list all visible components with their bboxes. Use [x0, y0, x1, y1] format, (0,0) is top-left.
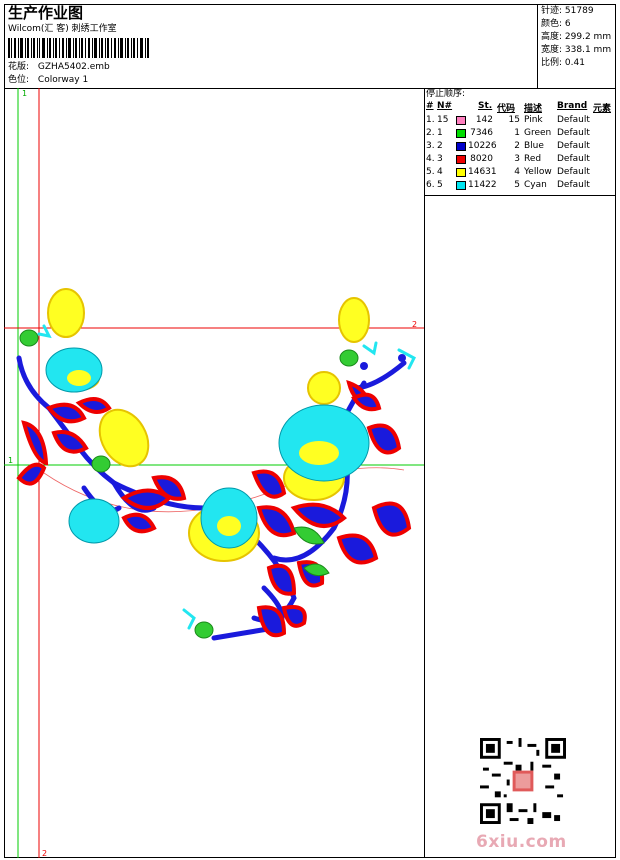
row-desc: Yellow: [524, 167, 552, 177]
row-brand: Default: [557, 167, 590, 177]
row-brand: Default: [557, 115, 590, 125]
row-brand: Default: [557, 128, 590, 138]
embroidery-preview: 1 1 2 2: [4, 88, 425, 858]
row-needle-no: 5: [437, 180, 443, 190]
stat-height: 高度: 299.2 mm: [541, 32, 612, 42]
color-swatch: [456, 142, 466, 151]
page-title: 生产作业图: [8, 4, 84, 22]
row-desc: Blue: [524, 141, 544, 151]
design-file: GZHA5402.emb: [37, 62, 110, 72]
colorway-row: 色位: Colorway 1: [8, 75, 88, 86]
row-index: 6.: [426, 180, 435, 190]
row-needle-no: 15: [437, 115, 449, 125]
row-stitches: 14631: [468, 167, 497, 177]
colorway-label: 色位:: [8, 75, 30, 85]
panel-divider: [424, 195, 616, 196]
row-needle-no: 4: [437, 167, 443, 177]
col-element: 元素: [593, 104, 612, 114]
row-code: 4: [514, 167, 520, 177]
guide-label-h-green: 1: [8, 456, 13, 465]
col-brand: Brand: [557, 101, 588, 111]
row-needle-no: 3: [437, 154, 443, 164]
guide-label-v-red: 2: [42, 849, 47, 858]
row-code: 15: [508, 115, 520, 125]
row-index: 5.: [426, 167, 435, 177]
row-code: 2: [514, 141, 520, 151]
row-index: 1.: [426, 115, 435, 125]
row-brand: Default: [557, 180, 590, 190]
row-desc: Pink: [524, 115, 543, 125]
row-desc: Red: [524, 154, 542, 164]
row-index: 3.: [426, 141, 435, 151]
row-desc: Green: [524, 128, 552, 138]
barcode: [8, 38, 149, 58]
color-swatch: [456, 155, 466, 164]
stat-scale: 比例: 0.41: [541, 58, 585, 68]
stat-colors: 颜色: 6: [541, 19, 571, 29]
row-code: 5: [514, 180, 520, 190]
qr-code: [480, 738, 566, 824]
row-brand: Default: [557, 141, 590, 151]
row-needle-no: 2: [437, 141, 443, 151]
row-code: 1: [514, 128, 520, 138]
row-index: 4.: [426, 154, 435, 164]
row-stitches: 7346: [470, 128, 493, 138]
color-swatch: [456, 168, 466, 177]
studio-name: Wilcom(汇 客) 刺绣工作室: [8, 24, 117, 34]
col-no: N#: [437, 101, 453, 111]
color-swatch: [456, 181, 466, 190]
colorway-value: Colorway 1: [37, 75, 89, 85]
leaf: [21, 420, 49, 466]
row-stitches: 11422: [468, 180, 497, 190]
design-file-row: 花版: GZHA5402.emb: [8, 62, 110, 73]
stat-stitches: 针迹: 51789: [541, 6, 594, 16]
row-desc: Cyan: [524, 180, 547, 190]
stop-sequence-title: 停止顺序:: [426, 89, 466, 99]
col-code: 代码: [497, 104, 516, 114]
row-code: 3: [514, 154, 520, 164]
row-stitches: 8020: [470, 154, 493, 164]
guide-label-h-red: 2: [412, 320, 417, 329]
row-stitches: 142: [475, 115, 493, 125]
watermark: 6xiu.com: [476, 832, 567, 852]
color-swatch: [456, 129, 466, 138]
design-label: 花版:: [8, 62, 30, 72]
stat-width: 宽度: 338.1 mm: [541, 45, 612, 55]
guide-label-v-green: 1: [22, 89, 27, 98]
row-brand: Default: [557, 154, 590, 164]
col-desc: 描述: [524, 104, 543, 114]
color-swatch: [456, 116, 466, 125]
row-stitches: 10226: [468, 141, 497, 151]
row-needle-no: 1: [437, 128, 443, 138]
col-stitches: St.: [478, 101, 493, 111]
row-index: 2.: [426, 128, 435, 138]
col-index: #: [426, 101, 434, 111]
